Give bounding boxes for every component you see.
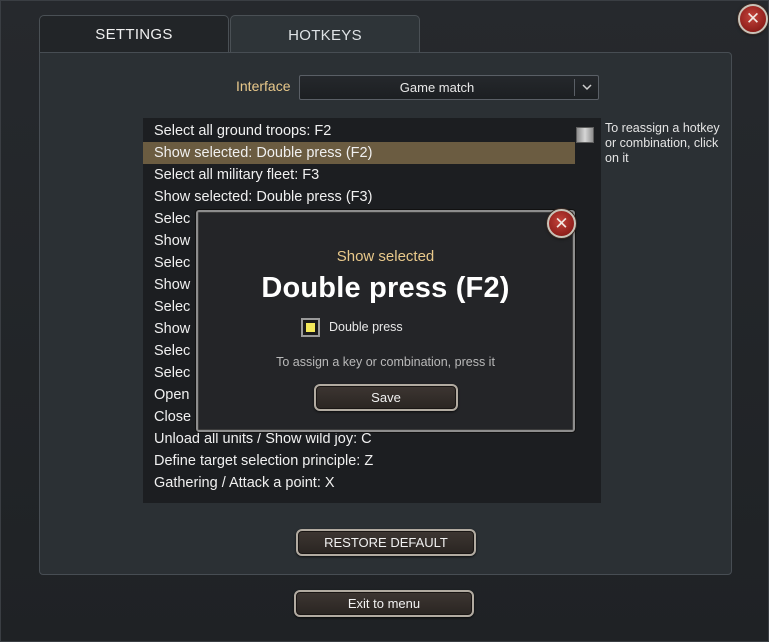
hotkey-edit-dialog: Show selected Double press (F2) Double p… [196, 210, 575, 432]
interface-select-value: Game match [399, 80, 475, 95]
dialog-subtitle: Show selected [336, 248, 435, 265]
chevron-down-icon[interactable] [574, 79, 598, 96]
reassign-hint: To reassign a hotkey or combination, cli… [605, 121, 720, 165]
double-press-checkbox[interactable] [301, 317, 320, 337]
double-press-checkbox-row[interactable]: Double press [301, 317, 403, 337]
tab-hotkeys-label: HOTKEYS [288, 26, 362, 44]
tab-settings[interactable]: SETTINGS [39, 15, 229, 53]
exit-to-menu-button[interactable]: Exit to menu [294, 590, 474, 617]
tab-hotkeys[interactable]: HOTKEYS [230, 15, 420, 54]
dialog-title: Double press (F2) [261, 272, 510, 304]
checkbox-check-indicator [306, 322, 315, 332]
hotkey-list-item[interactable]: Gathering / Attack a point: X [143, 472, 575, 494]
restore-default-button[interactable]: RESTORE DEFAULT [296, 529, 476, 556]
interface-select[interactable]: Game match [299, 75, 599, 100]
hotkey-list-item[interactable]: Select all military fleet: F3 [143, 164, 575, 186]
hotkey-list-item[interactable]: Select all ground troops: F2 [143, 120, 575, 142]
tab-settings-label: SETTINGS [95, 26, 173, 43]
hotkey-list-item[interactable]: Define target selection principle: Z [143, 450, 575, 472]
close-icon[interactable]: ✕ [738, 4, 768, 34]
list-scrollbar-thumb[interactable] [576, 127, 594, 143]
close-icon[interactable]: ✕ [547, 209, 576, 238]
save-button[interactable]: Save [314, 384, 458, 411]
hotkeys-window: SETTINGS HOTKEYS Interface Game match Se… [0, 0, 769, 642]
hotkey-list-item[interactable]: Show selected: Double press (F3) [143, 186, 575, 208]
double-press-label: Double press [329, 320, 403, 334]
interface-label: Interface [236, 78, 291, 94]
hotkey-list-item[interactable]: Show selected: Double press (F2) [143, 142, 575, 164]
dialog-instruction: To assign a key or combination, press it [276, 355, 495, 369]
